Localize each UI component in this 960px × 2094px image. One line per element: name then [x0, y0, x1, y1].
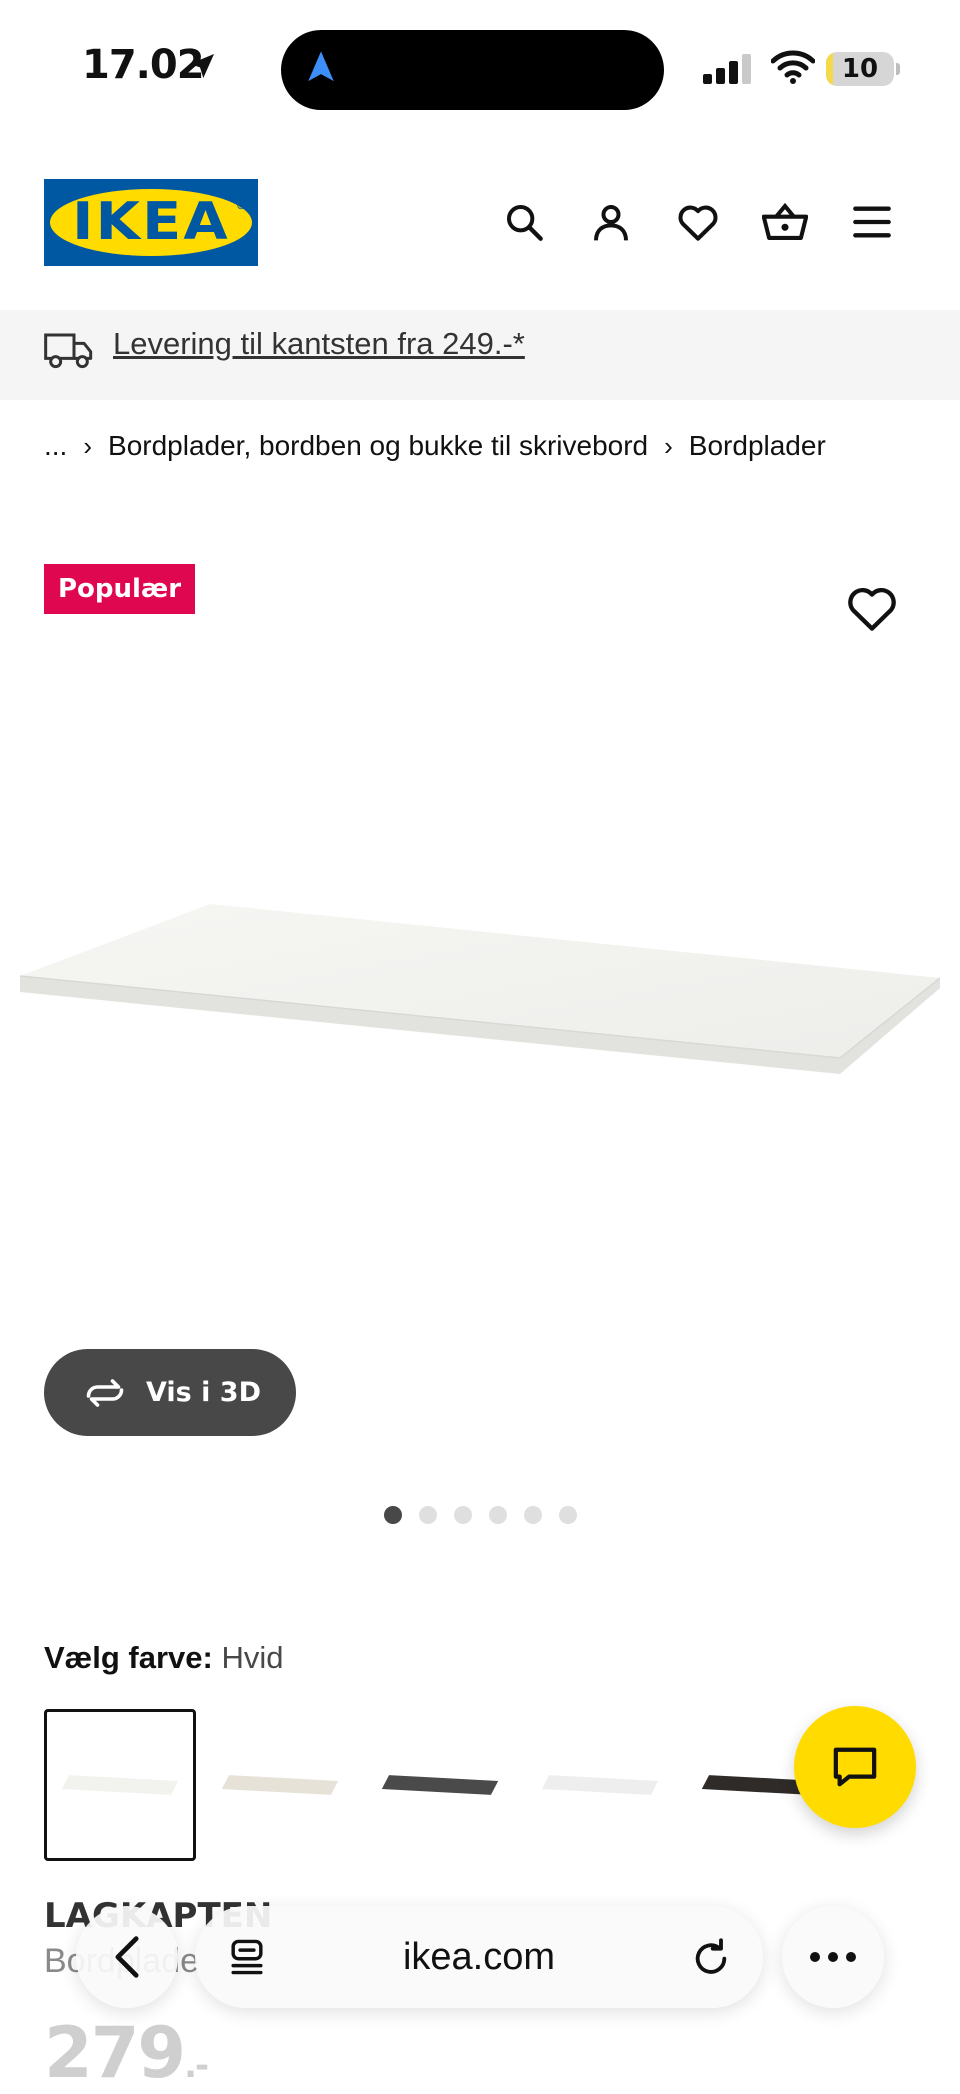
pagination-dot[interactable] — [489, 1506, 507, 1524]
navigation-arrow-icon — [308, 51, 334, 82]
url-text[interactable]: ikea.com — [195, 1906, 763, 2008]
chat-button[interactable] — [794, 1706, 916, 1828]
swatch-thumbnail — [381, 1775, 499, 1795]
dynamic-island — [281, 30, 664, 110]
pagination-dot[interactable] — [419, 1506, 437, 1524]
cellular-signal-icon — [703, 54, 751, 84]
delivery-link[interactable]: Levering til kantsten fra 249.-* — [113, 326, 525, 362]
breadcrumb-item[interactable]: Bordplader, bordben og bukke til skriveb… — [108, 430, 648, 462]
heart-icon[interactable] — [674, 198, 722, 246]
color-label: Vælg farve: Hvid — [44, 1640, 283, 1676]
product-price: 279.- — [44, 2012, 209, 2094]
truck-icon — [44, 333, 93, 369]
product-image[interactable] — [0, 880, 960, 1120]
chevron-right-icon: › — [83, 430, 93, 461]
reload-icon[interactable] — [691, 1936, 731, 1978]
price-suffix: .- — [184, 2046, 209, 2086]
ikea-logo[interactable]: IKEA ® — [44, 179, 258, 266]
breadcrumb: ... › Bordplader, bordben og bukke til s… — [44, 430, 826, 462]
address-bar[interactable]: ikea.com — [195, 1906, 763, 2008]
more-options-button[interactable] — [782, 1906, 884, 2008]
pagination-dot[interactable] — [559, 1506, 577, 1524]
rotate-3d-icon — [86, 1378, 124, 1407]
color-swatches — [44, 1709, 836, 1861]
battery-level: 10 — [841, 54, 879, 84]
wifi-icon — [771, 50, 815, 84]
menu-icon[interactable] — [848, 198, 896, 246]
chat-icon — [833, 1747, 877, 1787]
color-swatch[interactable] — [44, 1709, 196, 1861]
basket-icon[interactable] — [761, 198, 809, 246]
more-dots-icon — [810, 1952, 856, 1962]
color-label-title: Vælg farve: — [44, 1640, 213, 1675]
popular-badge: Populær — [44, 564, 196, 614]
battery-indicator: 10 — [826, 52, 894, 86]
profile-icon[interactable] — [587, 198, 635, 246]
swatch-thumbnail — [541, 1775, 659, 1795]
chevron-left-icon — [115, 1936, 139, 1978]
pagination-dot[interactable] — [454, 1506, 472, 1524]
logo-text: IKEA — [72, 192, 230, 252]
view-3d-button[interactable]: Vis i 3D — [44, 1349, 296, 1436]
pagination-dot[interactable] — [384, 1506, 402, 1524]
breadcrumb-ellipsis[interactable]: ... — [44, 430, 67, 462]
registered-mark: ® — [236, 201, 246, 212]
swatch-thumbnail — [61, 1775, 179, 1795]
favorite-heart-icon[interactable] — [846, 584, 898, 632]
browser-back-button[interactable] — [76, 1906, 178, 2008]
price-value: 279 — [44, 2012, 186, 2094]
search-icon[interactable] — [500, 198, 548, 246]
location-arrow-icon — [190, 54, 214, 78]
breadcrumb-current[interactable]: Bordplader — [689, 430, 826, 462]
color-swatch[interactable] — [364, 1709, 516, 1861]
pagination-dot[interactable] — [524, 1506, 542, 1524]
view-3d-label: Vis i 3D — [146, 1377, 262, 1408]
swatch-thumbnail — [221, 1775, 339, 1795]
color-selected-value: Hvid — [221, 1640, 284, 1675]
gallery-pagination — [384, 1506, 577, 1524]
color-swatch[interactable] — [524, 1709, 676, 1861]
battery-nub — [896, 63, 900, 75]
color-swatch[interactable] — [204, 1709, 356, 1861]
chevron-right-icon: › — [664, 430, 673, 461]
